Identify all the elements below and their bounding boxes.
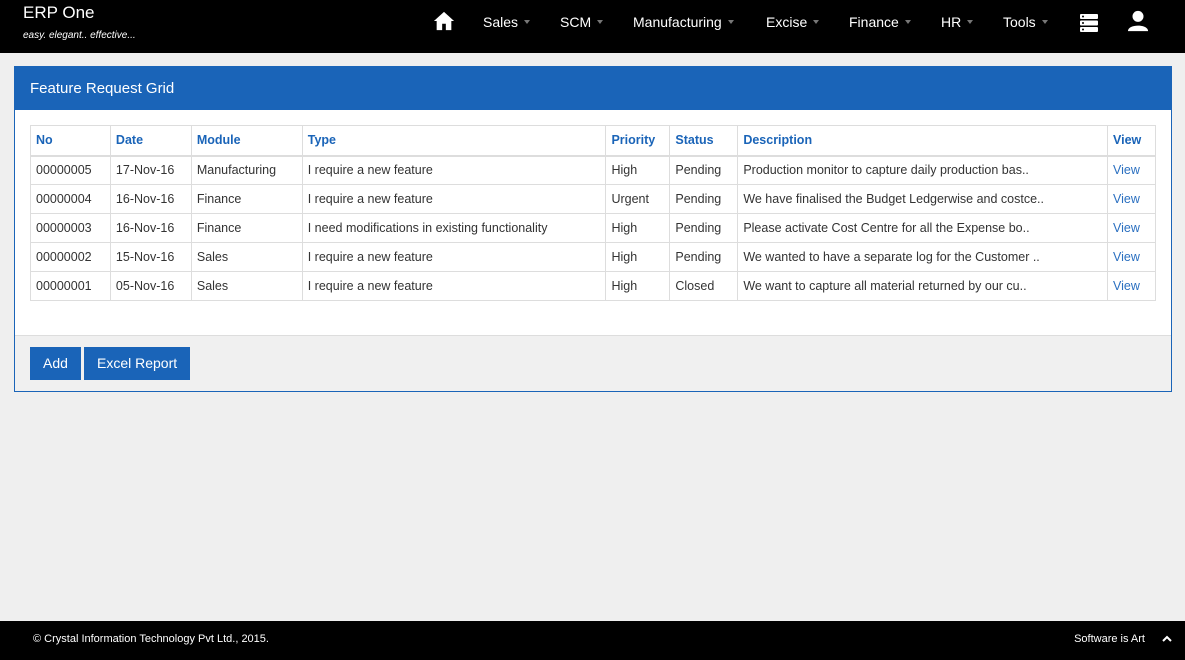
caret-down-icon xyxy=(1041,20,1048,24)
top-navbar: ERP One easy. elegant.. effective... Sal… xyxy=(0,0,1185,53)
cell-no: 00000003 xyxy=(30,213,111,243)
cell-date: 05-Nov-16 xyxy=(109,271,192,301)
cell-no: 00000005 xyxy=(30,155,111,185)
cell-description: Production monitor to capture daily prod… xyxy=(737,155,1108,185)
panel-footer: Add Excel Report xyxy=(15,335,1171,391)
cell-date: 15-Nov-16 xyxy=(109,242,192,272)
table-row: 00000001 05-Nov-16 Sales I require a new… xyxy=(30,271,1157,301)
cell-no: 00000002 xyxy=(30,242,111,272)
nav-item-label: HR xyxy=(941,14,962,30)
caret-down-icon xyxy=(524,20,531,24)
caret-down-icon xyxy=(597,20,604,24)
user-icon[interactable] xyxy=(1127,10,1149,32)
cell-view: View xyxy=(1106,155,1157,185)
home-icon[interactable] xyxy=(433,10,455,32)
nav-item-label: Sales xyxy=(483,14,519,30)
cell-priority: High xyxy=(605,271,671,301)
table-row: 00000005 17-Nov-16 Manufacturing I requi… xyxy=(30,155,1157,185)
cell-status: Closed xyxy=(669,271,739,301)
cell-view: View xyxy=(1106,271,1157,301)
cell-description: We wanted to have a separate log for the… xyxy=(737,242,1108,272)
server-icon[interactable] xyxy=(1079,13,1099,33)
cell-priority: High xyxy=(605,213,671,243)
column-header-view[interactable]: View xyxy=(1106,125,1157,157)
cell-status: Pending xyxy=(669,213,739,243)
view-link[interactable]: View xyxy=(1113,221,1140,235)
caret-down-icon xyxy=(904,20,911,24)
nav-item-hr[interactable]: HR xyxy=(941,14,974,30)
cell-view: View xyxy=(1106,213,1157,243)
cell-module: Sales xyxy=(190,271,303,301)
column-header-no[interactable]: No xyxy=(30,125,111,157)
table-header-row: No Date Module Type Priority Status Desc… xyxy=(30,125,1157,157)
panel-body: No Date Module Type Priority Status Desc… xyxy=(15,110,1171,337)
nav-item-tools[interactable]: Tools xyxy=(1003,14,1048,30)
view-link[interactable]: View xyxy=(1113,163,1140,177)
cell-module: Manufacturing xyxy=(190,155,303,185)
cell-no: 00000001 xyxy=(30,271,111,301)
table-row: 00000003 16-Nov-16 Finance I need modifi… xyxy=(30,213,1157,243)
brand-title: ERP One xyxy=(23,3,95,22)
feature-request-table: No Date Module Type Priority Status Desc… xyxy=(30,125,1157,301)
cell-description: Please activate Cost Centre for all the … xyxy=(737,213,1108,243)
column-header-type[interactable]: Type xyxy=(301,125,607,157)
nav-item-label: Manufacturing xyxy=(633,14,722,30)
cell-view: View xyxy=(1106,242,1157,272)
cell-status: Pending xyxy=(669,184,739,214)
excel-report-button[interactable]: Excel Report xyxy=(84,347,191,380)
cell-module: Finance xyxy=(190,213,303,243)
cell-type: I require a new feature xyxy=(301,242,607,272)
column-header-module[interactable]: Module xyxy=(190,125,303,157)
table-row: 00000002 15-Nov-16 Sales I require a new… xyxy=(30,242,1157,272)
cell-description: We have finalised the Budget Ledgerwise … xyxy=(737,184,1108,214)
cell-description: We want to capture all material returned… xyxy=(737,271,1108,301)
cell-view: View xyxy=(1106,184,1157,214)
caret-down-icon xyxy=(967,20,974,24)
nav-item-scm[interactable]: SCM xyxy=(560,14,604,30)
copyright-text: © Crystal Information Technology Pvt Ltd… xyxy=(33,633,269,645)
cell-priority: Urgent xyxy=(605,184,671,214)
cell-type: I require a new feature xyxy=(301,271,607,301)
cell-type: I require a new feature xyxy=(301,184,607,214)
column-header-status[interactable]: Status xyxy=(669,125,739,157)
add-button[interactable]: Add xyxy=(30,347,81,380)
cell-priority: High xyxy=(605,242,671,272)
nav-item-sales[interactable]: Sales xyxy=(483,14,531,30)
cell-date: 17-Nov-16 xyxy=(109,155,192,185)
panel-title: Feature Request Grid xyxy=(15,67,1171,110)
nav-item-finance[interactable]: Finance xyxy=(849,14,911,30)
cell-date: 16-Nov-16 xyxy=(109,213,192,243)
cell-type: I require a new feature xyxy=(301,155,607,185)
footer-tagline: Software is Art xyxy=(1074,633,1145,645)
column-header-description[interactable]: Description xyxy=(737,125,1108,157)
view-link[interactable]: View xyxy=(1113,250,1140,264)
nav-item-label: SCM xyxy=(560,14,592,30)
cell-type: I need modifications in existing functio… xyxy=(301,213,607,243)
column-header-date[interactable]: Date xyxy=(109,125,192,157)
cell-date: 16-Nov-16 xyxy=(109,184,192,214)
caret-down-icon xyxy=(813,20,820,24)
page-footer: © Crystal Information Technology Pvt Ltd… xyxy=(0,621,1185,660)
column-header-priority[interactable]: Priority xyxy=(605,125,671,157)
table-row: 00000004 16-Nov-16 Finance I require a n… xyxy=(30,184,1157,214)
feature-request-panel: Feature Request Grid No Date Module Type… xyxy=(14,66,1172,392)
cell-module: Sales xyxy=(190,242,303,272)
view-link[interactable]: View xyxy=(1113,279,1140,293)
brand-tagline: easy. elegant.. effective... xyxy=(23,30,136,41)
nav-item-manufacturing[interactable]: Manufacturing xyxy=(633,14,734,30)
cell-priority: High xyxy=(605,155,671,185)
cell-status: Pending xyxy=(669,155,739,185)
cell-module: Finance xyxy=(190,184,303,214)
nav-item-label: Finance xyxy=(849,14,899,30)
nav-item-label: Tools xyxy=(1003,14,1036,30)
nav-item-excise[interactable]: Excise xyxy=(766,14,820,30)
nav-item-label: Excise xyxy=(766,14,808,30)
cell-no: 00000004 xyxy=(30,184,111,214)
caret-down-icon xyxy=(727,20,734,24)
chevron-up-icon[interactable] xyxy=(1161,633,1173,645)
brand[interactable]: ERP One easy. elegant.. effective... xyxy=(23,3,136,41)
view-link[interactable]: View xyxy=(1113,192,1140,206)
cell-status: Pending xyxy=(669,242,739,272)
